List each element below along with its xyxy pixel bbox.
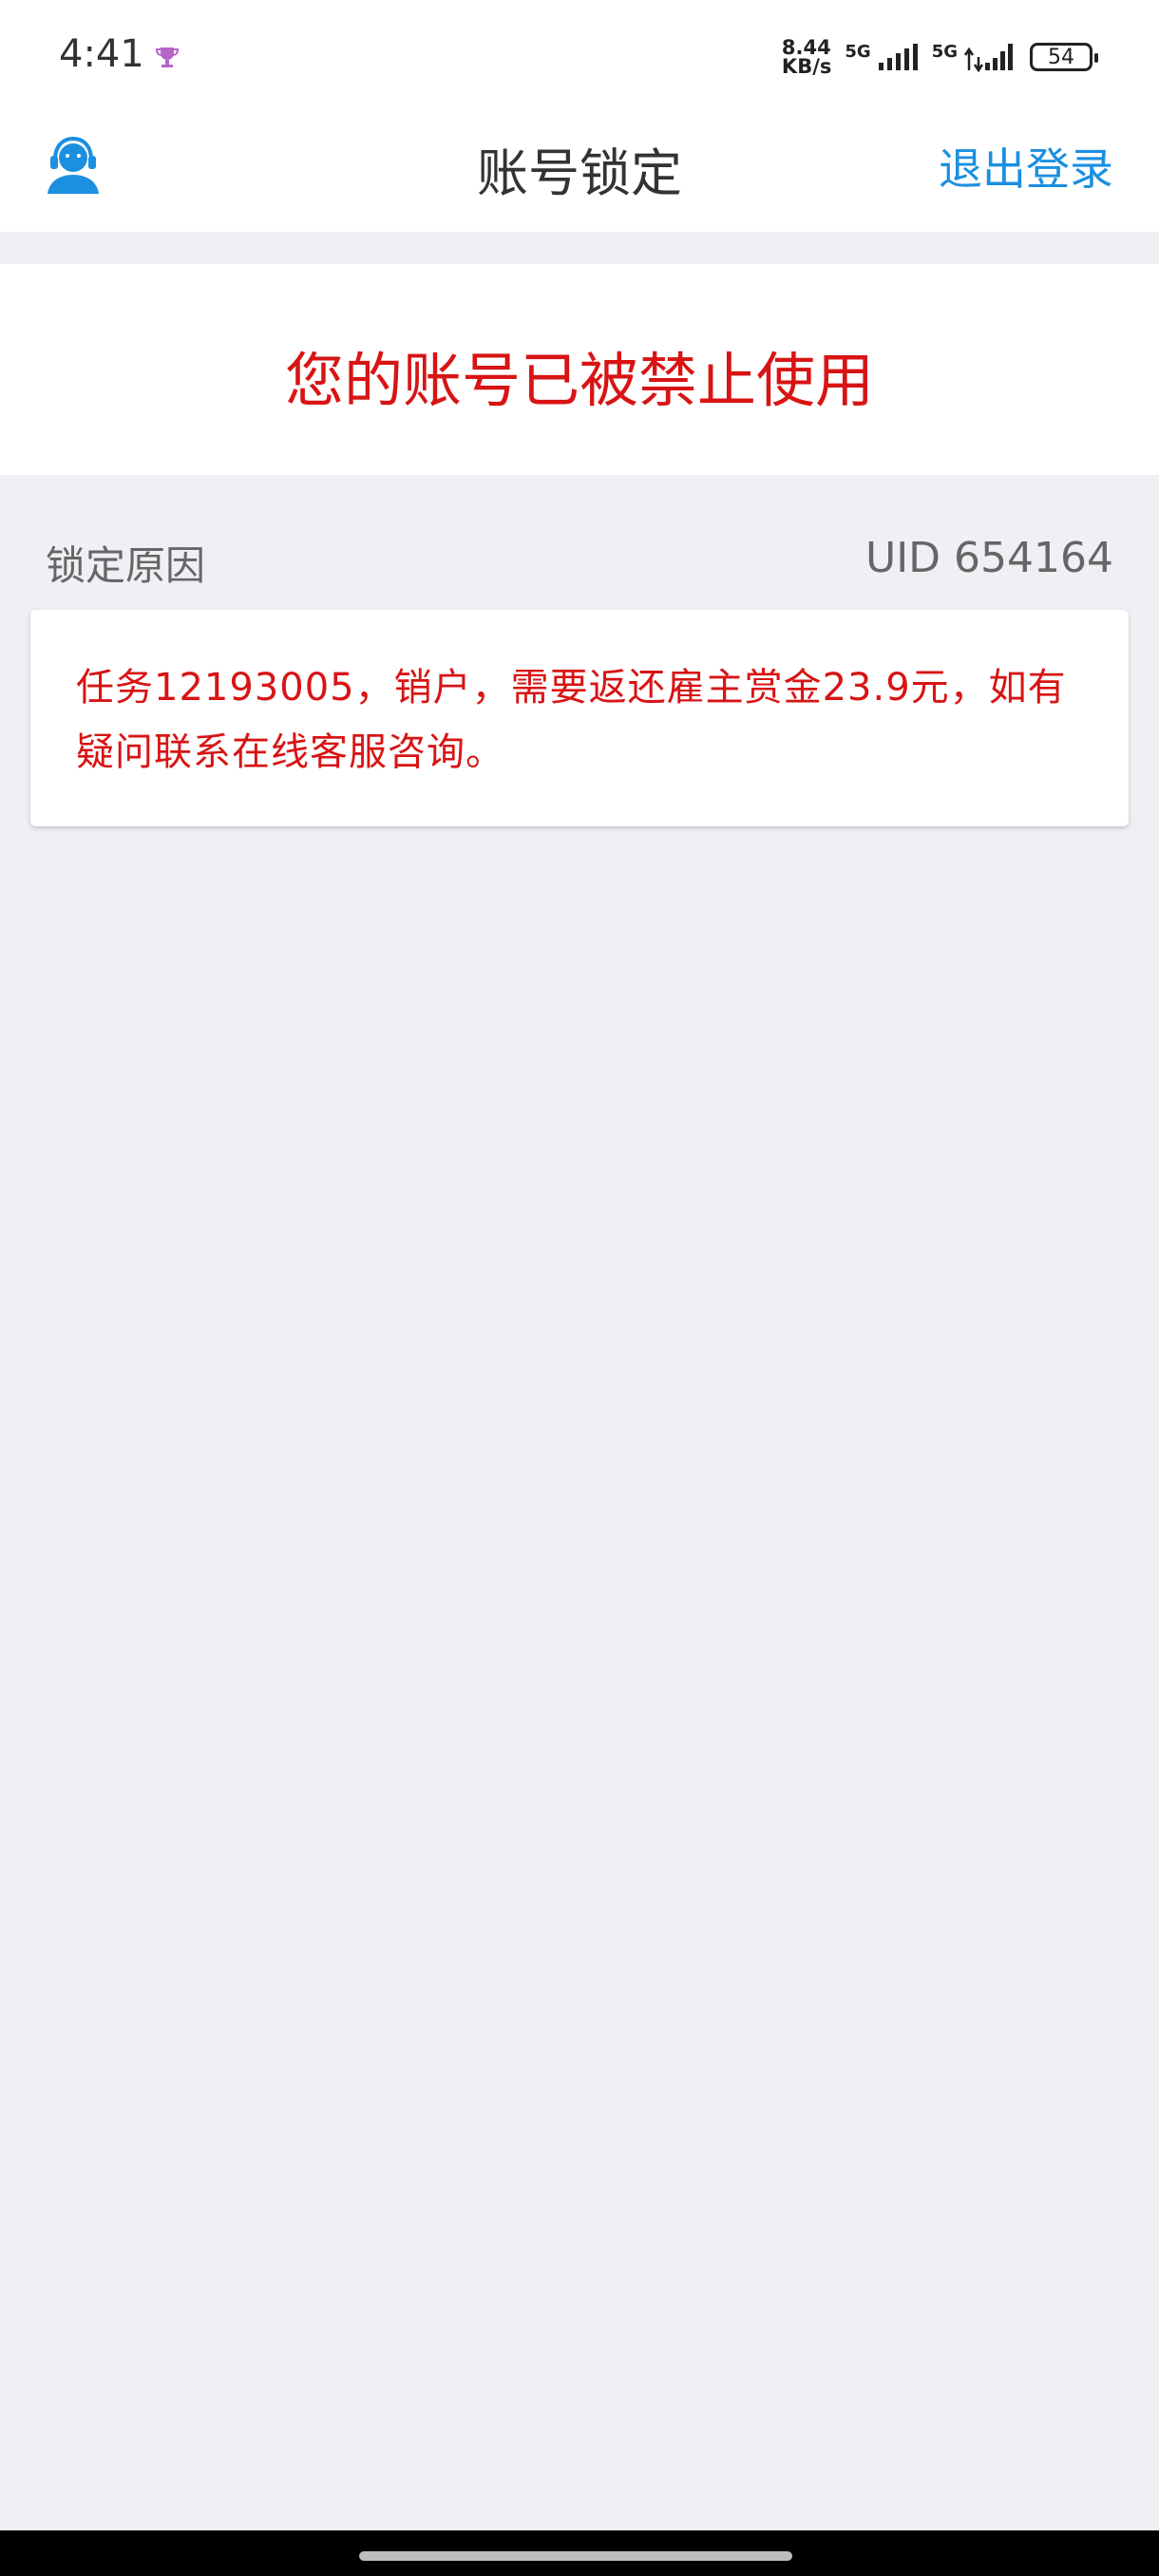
status-time: 4:41 (59, 32, 144, 76)
trophy-icon (155, 47, 180, 67)
battery-icon: 54 (1030, 43, 1098, 71)
status-bar: 4:41 8.44 KB/s 5G 5G 54 (0, 0, 1159, 114)
signal-icon (878, 44, 918, 70)
sim1-network-label: 5G (845, 42, 871, 62)
sim1-signal: 5G (845, 42, 918, 72)
home-indicator[interactable] (359, 2551, 792, 2561)
network-speed: 8.44 KB/s (781, 36, 832, 78)
system-navigation-bar (0, 2530, 1159, 2576)
ban-notice-banner: 您的账号已被禁止使用 (0, 264, 1159, 475)
app-header: 账号锁定 退出登录 (0, 114, 1159, 232)
sim2-signal: 5G (932, 42, 1016, 72)
logout-button[interactable]: 退出登录 (939, 135, 1113, 198)
network-speed-value: 8.44 (781, 36, 831, 59)
lock-reason-text: 任务12193005，销户，需要返还雇主赏金23.9元，如有疑问联系在线客服咨询… (76, 666, 1067, 774)
user-uid: UID 654164 (864, 534, 1113, 582)
signal-icon (963, 44, 1013, 72)
status-indicators: 8.44 KB/s 5G 5G 54 (781, 34, 1098, 80)
lock-reason-card: 任务12193005，销户，需要返还雇主赏金23.9元，如有疑问联系在线客服咨询… (30, 610, 1129, 826)
lock-reason-label: 锁定原因 (46, 542, 206, 589)
battery-level: 54 (1048, 45, 1074, 69)
network-speed-unit: KB/s (781, 55, 832, 78)
sim2-network-label: 5G (931, 42, 958, 62)
ban-notice-text: 您的账号已被禁止使用 (284, 346, 874, 415)
